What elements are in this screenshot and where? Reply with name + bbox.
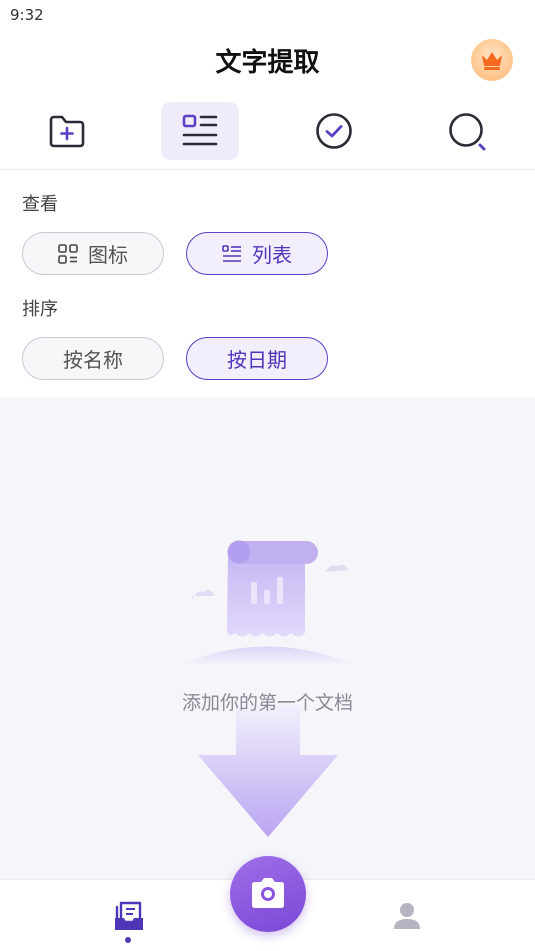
- empty-document-illustration: [180, 540, 354, 665]
- sort-by-name-option[interactable]: 按名称: [22, 337, 164, 380]
- camera-capture-button[interactable]: [230, 856, 306, 932]
- page-title: 文字提取: [215, 48, 320, 78]
- crown-icon: [482, 52, 502, 70]
- view-list-option[interactable]: 列表: [186, 232, 328, 275]
- status-time: 9:32: [10, 6, 44, 24]
- sort-section-label: 排序: [22, 299, 58, 320]
- view-list-label: 列表: [252, 243, 292, 267]
- search-button[interactable]: [428, 102, 506, 160]
- down-arrow-graphic: [198, 705, 338, 837]
- sort-by-date-option[interactable]: 按日期: [186, 337, 328, 380]
- view-grid-label: 图标: [88, 243, 128, 267]
- toolbar: [0, 102, 535, 160]
- sort-by-name-label: 按名称: [63, 348, 123, 372]
- list-view-button[interactable]: [161, 102, 239, 160]
- list-small-icon: [222, 244, 241, 262]
- new-folder-button[interactable]: [28, 102, 106, 160]
- active-tab-indicator: [125, 937, 131, 943]
- empty-state-text: 添加你的第一个文档: [181, 692, 353, 714]
- check-circle-icon: [316, 113, 352, 149]
- grid-icon: [58, 243, 78, 264]
- sort-by-date-label: 按日期: [227, 348, 287, 372]
- camera-icon: [252, 878, 284, 908]
- documents-icon: [115, 901, 143, 930]
- folder-add-icon: [49, 115, 85, 148]
- premium-crown-button[interactable]: [471, 39, 513, 81]
- nav-profile-tab[interactable]: [390, 900, 424, 934]
- list-icon: [182, 114, 218, 146]
- user-icon: [394, 903, 420, 929]
- divider: [0, 169, 535, 170]
- select-button[interactable]: [295, 102, 373, 160]
- view-section-label: 查看: [22, 194, 58, 215]
- nav-documents-tab[interactable]: [112, 900, 146, 934]
- search-icon: [449, 113, 486, 151]
- view-grid-option[interactable]: 图标: [22, 232, 164, 275]
